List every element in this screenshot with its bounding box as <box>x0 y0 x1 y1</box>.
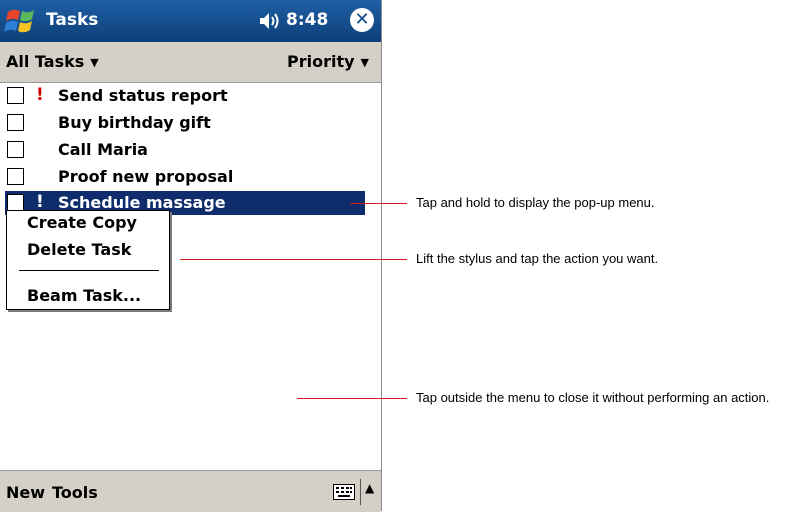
menu-item-delete-task[interactable]: Delete Task <box>27 240 131 259</box>
keyboard-icon[interactable] <box>333 484 355 504</box>
menu-item-beam-task[interactable]: Beam Task... <box>27 286 141 305</box>
close-icon[interactable]: ✕ <box>350 8 374 32</box>
windows-start-icon[interactable] <box>2 2 40 40</box>
chevron-down-icon: ▼ <box>90 56 99 69</box>
chevron-down-icon: ▼ <box>360 56 369 69</box>
callout-line <box>350 203 407 204</box>
callout-text: Tap and hold to display the pop-up menu. <box>416 195 655 210</box>
task-label: Send status report <box>58 86 228 105</box>
task-label: Proof new proposal <box>58 167 234 186</box>
sip-divider <box>360 479 361 505</box>
task-row[interactable]: Buy birthday gift <box>0 110 381 136</box>
chevron-up-icon[interactable]: ▲ <box>365 481 374 495</box>
task-label: Buy birthday gift <box>58 113 211 132</box>
callout-text: Lift the stylus and tap the action you w… <box>416 251 659 266</box>
task-row[interactable]: Proof new proposal <box>0 164 381 190</box>
tools-menu[interactable]: Tools <box>52 483 98 502</box>
task-checkbox[interactable] <box>7 168 24 185</box>
sort-dropdown[interactable]: Priority ▼ <box>287 52 369 71</box>
high-priority-icon: ! <box>36 192 44 212</box>
sort-label: Priority <box>286 52 355 71</box>
speaker-icon[interactable] <box>258 12 282 34</box>
filter-bar: All Tasks ▼ Priority ▼ <box>0 42 381 83</box>
callout-text: Tap outside the menu to close it without… <box>416 390 770 405</box>
category-filter-label: All Tasks <box>6 52 85 71</box>
task-label: Call Maria <box>58 140 148 159</box>
callout-line <box>180 259 407 260</box>
menu-item-create-copy[interactable]: Create Copy <box>27 213 137 232</box>
clock[interactable]: 8:48 <box>286 10 328 30</box>
callout-line <box>297 398 407 399</box>
context-menu: Create Copy Delete Task Beam Task... <box>6 210 170 310</box>
app-title: Tasks <box>46 10 99 30</box>
task-checkbox[interactable] <box>7 141 24 158</box>
new-button[interactable]: New <box>6 483 45 502</box>
category-filter-dropdown[interactable]: All Tasks ▼ <box>6 52 99 71</box>
task-row[interactable]: ! Send status report <box>0 83 381 109</box>
title-bar: Tasks 8:48 ✕ <box>0 0 381 42</box>
menu-bar: New Tools ▲ <box>0 470 381 512</box>
task-checkbox[interactable] <box>7 194 24 211</box>
pocket-pc-screen: Tasks 8:48 ✕ All Tasks ▼ Priority ▼ ! Send… <box>0 0 382 512</box>
menu-separator <box>19 270 159 271</box>
high-priority-icon: ! <box>36 85 44 105</box>
task-row[interactable]: Call Maria <box>0 137 381 163</box>
task-checkbox[interactable] <box>7 114 24 131</box>
task-checkbox[interactable] <box>7 87 24 104</box>
